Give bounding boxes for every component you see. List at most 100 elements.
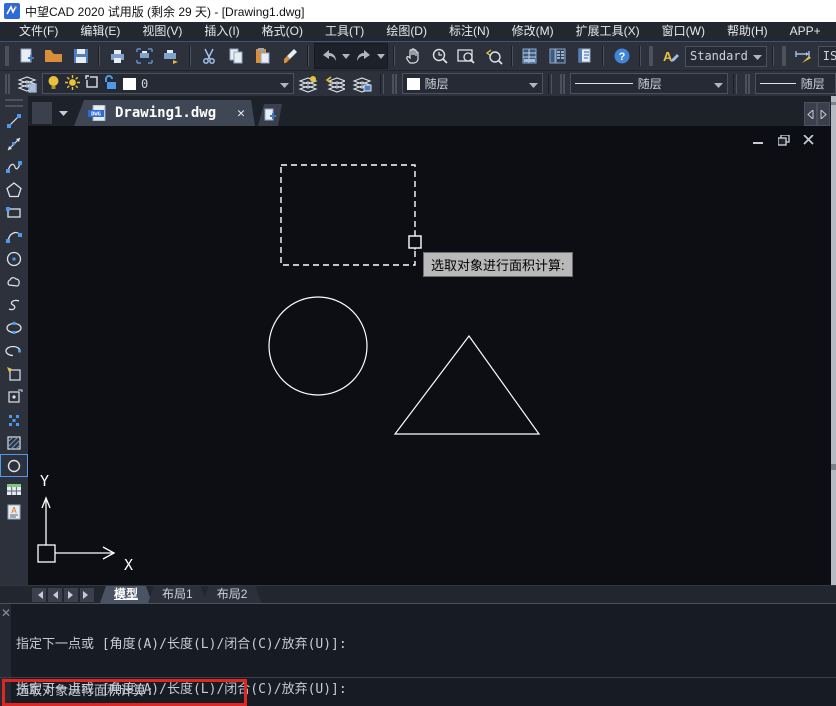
toolbar-grip[interactable] (5, 46, 9, 66)
zoom-window-button[interactable] (454, 44, 479, 68)
zoom-previous-button[interactable] (481, 44, 506, 68)
new-button[interactable] (14, 44, 39, 68)
new-tab-button[interactable] (258, 104, 282, 126)
match-properties-button[interactable] (277, 44, 302, 68)
menu-app-plus[interactable]: APP+ (779, 22, 832, 42)
donut-icon[interactable] (0, 454, 28, 477)
lineweight-select[interactable]: 随层 (755, 73, 836, 94)
publish-button[interactable] (159, 44, 184, 68)
arc-icon[interactable] (0, 224, 28, 247)
zoom-realtime-button[interactable] (427, 44, 452, 68)
layer-unlock-icon[interactable] (104, 75, 118, 93)
design-center-button[interactable] (545, 44, 570, 68)
layer-states-button[interactable] (296, 72, 321, 96)
close-icon[interactable] (802, 134, 815, 146)
layer-on-bulb-icon[interactable] (47, 75, 60, 93)
help-button[interactable]: ? (609, 44, 634, 68)
menu-window[interactable]: 窗口(W) (651, 22, 716, 42)
menu-format[interactable]: 格式(O) (251, 22, 314, 42)
last-tab-icon[interactable] (80, 588, 94, 602)
dim-style-button[interactable] (791, 44, 816, 68)
chevron-down-icon (280, 77, 289, 91)
tab-scroll-left-icon[interactable] (804, 102, 817, 126)
point-icon[interactable] (0, 408, 28, 431)
toolbar-grip[interactable] (745, 74, 750, 94)
layer-isolate-button[interactable] (350, 72, 375, 96)
tab-layout2[interactable]: 布局2 (203, 586, 262, 603)
layer-previous-button[interactable] (323, 72, 348, 96)
color-select[interactable]: 随层 (402, 73, 543, 94)
polygon-icon[interactable] (0, 178, 28, 201)
menu-edit[interactable]: 编辑(E) (69, 22, 131, 42)
rectangle-icon[interactable] (0, 201, 28, 224)
open-button[interactable] (41, 44, 66, 68)
spline-icon[interactable] (0, 293, 28, 316)
plot-button[interactable] (105, 44, 130, 68)
circle-icon[interactable] (0, 247, 28, 270)
polyline-icon[interactable] (0, 155, 28, 178)
menu-view[interactable]: 视图(V) (131, 22, 193, 42)
properties-button[interactable] (518, 44, 543, 68)
pan-button[interactable] (400, 44, 425, 68)
undo-dropdown[interactable] (341, 44, 351, 68)
vertical-scrollbar[interactable] (831, 96, 836, 585)
doc-tab-drawing1[interactable]: DWG Drawing1.dwg ✕ (74, 100, 255, 126)
tool-palettes-button[interactable] (572, 44, 597, 68)
menu-help[interactable]: 帮助(H) (716, 22, 779, 42)
text-style-button[interactable]: A (658, 44, 683, 68)
dim-style-select[interactable]: ISO-25 (818, 46, 836, 67)
line-tool-icon[interactable] (0, 109, 28, 132)
layer-plot-icon[interactable] (85, 75, 99, 92)
copy-button[interactable] (223, 44, 248, 68)
command-input[interactable]: 选取对象进行面积计算: (16, 683, 826, 701)
tab-close-icon[interactable]: ✕ (237, 106, 245, 121)
command-close-icon[interactable]: ✕ (1, 606, 11, 620)
restore-icon[interactable] (777, 134, 790, 146)
menu-insert[interactable]: 插入(I) (193, 22, 250, 42)
redo-dropdown[interactable] (376, 44, 386, 68)
insert-block-icon[interactable] (0, 362, 28, 385)
construction-line-icon[interactable] (0, 132, 28, 155)
layer-freeze-sun-icon[interactable] (65, 75, 80, 93)
hatch-icon[interactable] (0, 431, 28, 454)
toolbar-grip[interactable] (560, 74, 565, 94)
drawing-canvas[interactable]: Y X 选取对象进行面积计算: (28, 126, 831, 585)
save-button[interactable] (68, 44, 93, 68)
tab-layout1[interactable]: 布局1 (148, 586, 207, 603)
menu-dimension[interactable]: 标注(N) (438, 22, 501, 42)
make-block-icon[interactable] (0, 385, 28, 408)
menu-draw[interactable]: 绘图(D) (375, 22, 438, 42)
ellipse-arc-icon[interactable] (0, 339, 28, 362)
minimize-icon[interactable] (752, 134, 765, 146)
cut-button[interactable] (196, 44, 221, 68)
ellipse-icon[interactable] (0, 316, 28, 339)
linetype-select[interactable]: 随层 (570, 73, 728, 94)
toolbar-grip[interactable] (5, 74, 10, 94)
menu-express-tools[interactable]: 扩展工具(X) (565, 22, 651, 42)
table-icon[interactable] (0, 477, 28, 500)
paste-button[interactable] (250, 44, 275, 68)
tab-scroll-right-icon[interactable] (817, 102, 830, 126)
layer-properties-button[interactable] (15, 72, 40, 96)
menu-file[interactable]: 文件(F) (8, 22, 69, 42)
text-style-select[interactable]: Standard (685, 46, 767, 67)
toolbar-grip[interactable] (392, 74, 397, 94)
mtext-icon[interactable]: A (0, 500, 28, 523)
undo-button[interactable] (316, 44, 341, 68)
layer-select[interactable]: 0 (42, 73, 294, 94)
menu-tools[interactable]: 工具(T) (314, 22, 375, 42)
revision-cloud-icon[interactable] (0, 270, 28, 293)
redo-button[interactable] (351, 44, 376, 68)
menu-modify[interactable]: 修改(M) (501, 22, 565, 42)
toolbar-grip[interactable] (5, 99, 23, 107)
tab-list-button[interactable] (32, 102, 52, 124)
toolbar-grip[interactable] (649, 46, 653, 66)
prev-tab-icon[interactable] (48, 588, 62, 602)
plot-preview-button[interactable] (132, 44, 157, 68)
toolbar-grip[interactable] (782, 46, 786, 66)
mdi-window-controls (752, 134, 815, 146)
tab-model[interactable]: 模型 (100, 586, 152, 603)
next-tab-icon[interactable] (64, 588, 78, 602)
first-tab-icon[interactable] (32, 588, 46, 602)
tab-dropdown-button[interactable] (54, 102, 72, 124)
